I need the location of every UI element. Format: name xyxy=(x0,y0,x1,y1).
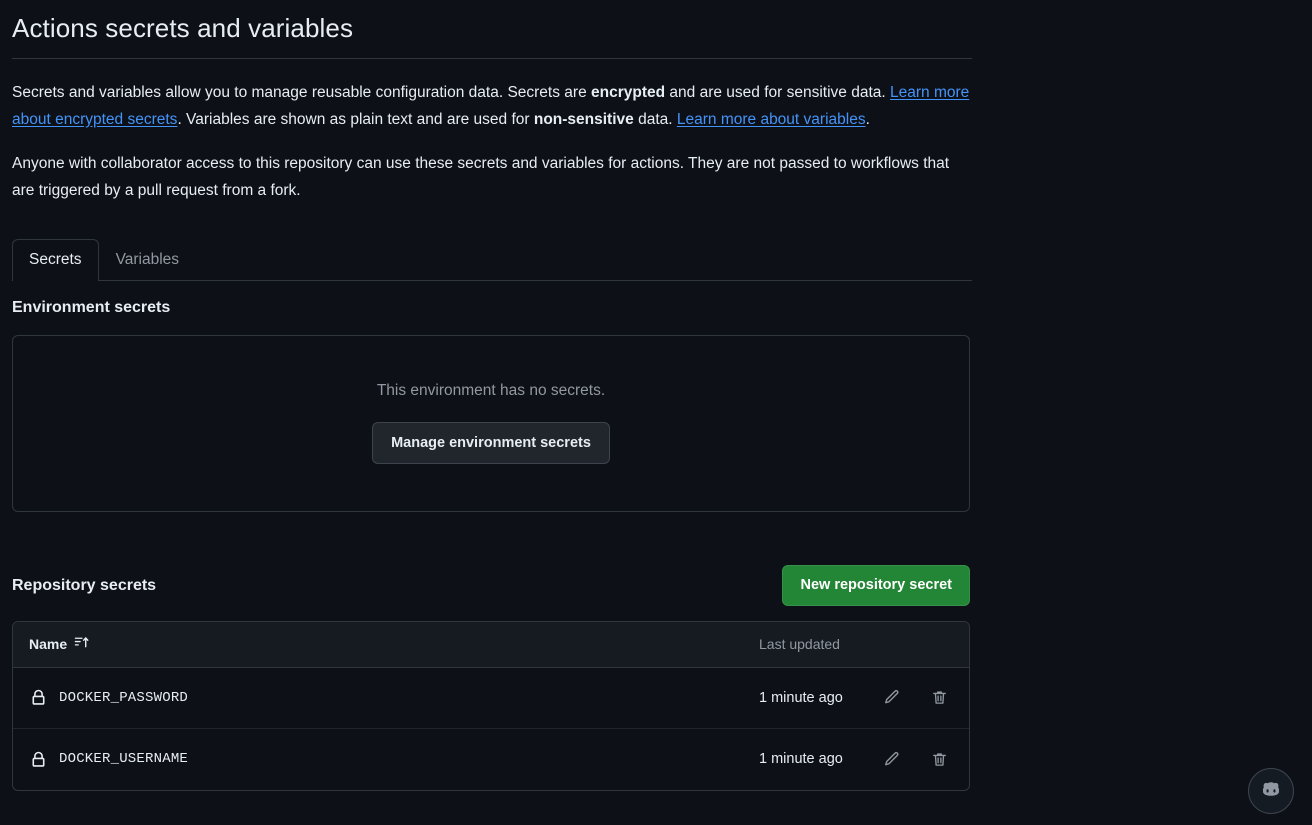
desc-bold-non-sensitive: non-sensitive xyxy=(533,110,634,128)
description-paragraph-1: Secrets and variables allow you to manag… xyxy=(12,79,972,133)
repository-secrets-heading: Repository secrets xyxy=(12,576,157,594)
trash-icon[interactable] xyxy=(923,682,955,714)
secrets-variables-tabs: Secrets Variables xyxy=(12,237,972,281)
title-divider xyxy=(12,57,972,59)
column-header-name[interactable]: Name xyxy=(29,635,89,653)
secret-last-updated: 1 minute ago xyxy=(759,751,843,767)
page-title: Actions secrets and variables xyxy=(12,13,354,43)
column-header-last-updated: Last updated xyxy=(759,636,840,652)
sort-ascending-icon[interactable] xyxy=(74,635,89,653)
desc-text-2: and are used for sensitive data. xyxy=(665,83,890,101)
table-row: DOCKER_USERNAME 1 minute ago xyxy=(13,729,969,790)
lock-icon xyxy=(29,750,47,768)
copilot-icon xyxy=(1259,777,1283,806)
column-header-name-label: Name xyxy=(29,636,68,652)
edit-icon[interactable] xyxy=(875,682,907,714)
desc-text-4: data. xyxy=(633,110,677,128)
environment-empty-message: This environment has no secrets. xyxy=(376,381,606,399)
actions-secrets-page: Actions secrets and variables Secrets an… xyxy=(0,0,1312,825)
desc-text-5: . xyxy=(865,110,870,128)
table-row: DOCKER_PASSWORD 1 minute ago xyxy=(13,668,969,729)
copilot-button[interactable] xyxy=(1248,768,1294,814)
desc-bold-encrypted: encrypted xyxy=(591,83,666,101)
environment-secrets-heading: Environment secrets xyxy=(12,298,171,316)
secret-name: DOCKER_PASSWORD xyxy=(59,689,189,706)
tab-variables[interactable]: Variables xyxy=(99,239,196,281)
environment-secrets-empty-box: This environment has no secrets. Manage … xyxy=(12,334,970,512)
tab-secrets[interactable]: Secrets xyxy=(12,239,99,281)
table-header-row: Name Last updated xyxy=(13,621,969,668)
edit-icon[interactable] xyxy=(875,743,907,775)
link-learn-more-variables[interactable]: Learn more about variables xyxy=(677,111,866,128)
row-actions xyxy=(875,682,955,714)
desc-text-1: Secrets and variables allow you to manag… xyxy=(12,83,592,101)
repository-secrets-header: Repository secrets New repository secret xyxy=(12,565,970,606)
lock-icon xyxy=(29,689,47,707)
row-actions xyxy=(875,743,955,775)
page-content: Actions secrets and variables Secrets an… xyxy=(0,0,972,791)
repository-secrets-table: Name Last updated DOCKER_PASSWORD 1 minu… xyxy=(12,620,970,791)
manage-environment-secrets-button[interactable]: Manage environment secrets xyxy=(372,421,610,465)
desc-text-3: . Variables are shown as plain text and … xyxy=(177,110,534,128)
trash-icon[interactable] xyxy=(923,743,955,775)
secret-last-updated: 1 minute ago xyxy=(759,689,843,706)
secret-name: DOCKER_USERNAME xyxy=(59,751,189,767)
new-repository-secret-button[interactable]: New repository secret xyxy=(782,565,970,606)
description-paragraph-2: Anyone with collaborator access to this … xyxy=(12,154,950,199)
